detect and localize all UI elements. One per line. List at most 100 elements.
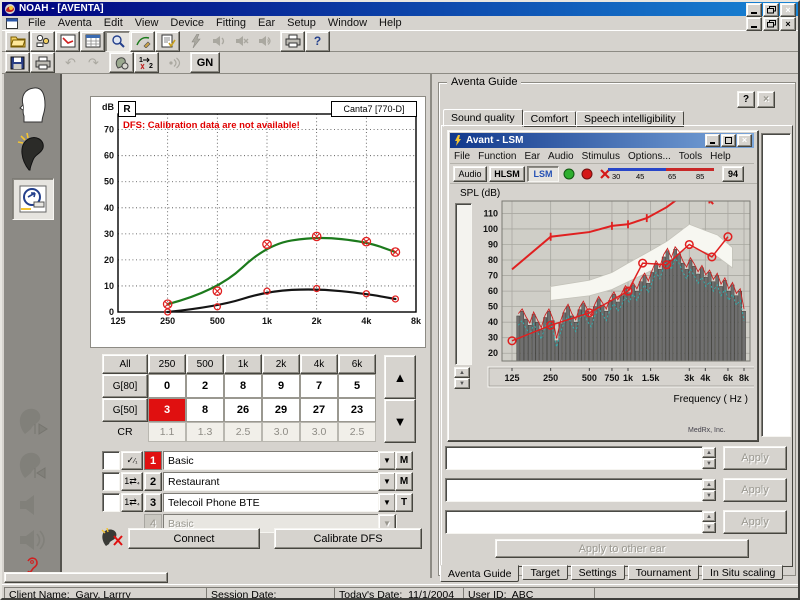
program3-select[interactable]: Telecoil Phone BTE ▼: [163, 493, 397, 512]
apply-to-other-ear-button[interactable]: Apply to other ear: [495, 539, 749, 558]
program3-dropdown-icon[interactable]: ▼: [378, 493, 396, 512]
connect-button[interactable]: Connect: [128, 528, 260, 549]
menu-help[interactable]: Help: [373, 17, 408, 29]
audiogram-button[interactable]: [55, 31, 80, 52]
client-head-icon[interactable]: [14, 86, 50, 124]
lsm-hlsm-button[interactable]: HLSM: [489, 166, 525, 182]
gain-up-button[interactable]: ▲: [384, 355, 416, 399]
lsm-maximize-button[interactable]: [721, 134, 736, 147]
gain-down-button[interactable]: ▼: [384, 399, 416, 443]
menu-window[interactable]: Window: [322, 17, 373, 29]
program3-mode-button[interactable]: T: [395, 493, 413, 512]
col-header-6k[interactable]: 6k: [338, 354, 376, 374]
menu-edit[interactable]: Edit: [98, 17, 129, 29]
transfer-button[interactable]: [109, 52, 134, 73]
program1-type-button[interactable]: ✓⁄₁: [121, 451, 143, 470]
col-header-4k[interactable]: 4k: [300, 354, 338, 374]
minimize-button[interactable]: [746, 3, 762, 17]
apply-button-1[interactable]: Apply: [723, 446, 787, 470]
lsm-record-button[interactable]: [579, 168, 595, 180]
apply-button-3[interactable]: Apply: [723, 510, 787, 534]
g50-250-selected[interactable]: 3: [148, 398, 186, 422]
spin3-down-icon[interactable]: ▼: [702, 522, 716, 533]
suggestion-spinner-3[interactable]: ▲▼: [702, 511, 716, 532]
g80-500[interactable]: 2: [186, 374, 224, 398]
report-button[interactable]: [155, 31, 180, 52]
suggestion-field-3[interactable]: [445, 510, 703, 534]
suggestion-field-1[interactable]: [445, 446, 703, 470]
spin1-down-icon[interactable]: ▼: [702, 458, 716, 469]
splitter-handle[interactable]: [4, 572, 168, 583]
program1-select[interactable]: Basic ▼: [163, 451, 397, 470]
guide-side-listbox[interactable]: [761, 133, 791, 437]
spin2-up-icon[interactable]: ▲: [702, 479, 716, 490]
menu-ear[interactable]: Ear: [252, 17, 281, 29]
lsm-lsm-button[interactable]: LSM: [527, 166, 559, 182]
g80-250[interactable]: 0: [148, 374, 186, 398]
row-label-g80[interactable]: G[80]: [102, 374, 148, 398]
lsm-menu-ear[interactable]: Ear: [520, 151, 544, 162]
client-browser-button[interactable]: [30, 31, 55, 52]
col-header-1k[interactable]: 1k: [224, 354, 262, 374]
lsm-menu-tools[interactable]: Tools: [675, 151, 706, 162]
bottom-tab-tournament[interactable]: Tournament: [628, 565, 699, 580]
save-button[interactable]: [5, 52, 30, 73]
lsm-menu-function[interactable]: Function: [474, 151, 520, 162]
suggestion-spinner-1[interactable]: ▲▼: [702, 447, 716, 468]
lsm-audio-button[interactable]: Audio: [453, 166, 487, 182]
program2-type-button[interactable]: 1⇄₄: [121, 472, 143, 491]
menu-file[interactable]: File: [22, 17, 52, 29]
menu-setup[interactable]: Setup: [281, 17, 322, 29]
program1-mode-button[interactable]: M: [395, 451, 413, 470]
bottom-tab-target[interactable]: Target: [522, 565, 567, 580]
row-label-g50[interactable]: G[50]: [102, 398, 148, 422]
print-button[interactable]: [280, 31, 305, 52]
bottom-tab-settings[interactable]: Settings: [571, 565, 625, 580]
lsm-level-track[interactable]: [455, 203, 472, 365]
lsm-menu-stimulus[interactable]: Stimulus: [578, 151, 624, 162]
program3-type-button[interactable]: 1⇄₄: [121, 493, 143, 512]
suggestion-field-2[interactable]: [445, 478, 703, 502]
lsm-level-spinner[interactable]: ▲ ▼: [454, 367, 470, 387]
help-button[interactable]: ?: [305, 31, 330, 52]
menu-fitting[interactable]: Fitting: [210, 17, 252, 29]
program2-check-cell[interactable]: [102, 472, 120, 491]
g50-2k[interactable]: 29: [262, 398, 300, 422]
g50-500[interactable]: 8: [186, 398, 224, 422]
print-session-button[interactable]: [30, 52, 55, 73]
spin-down-icon[interactable]: ▼: [454, 378, 470, 389]
g50-1k[interactable]: 26: [224, 398, 262, 422]
menu-view[interactable]: View: [129, 17, 165, 29]
g80-6k[interactable]: 5: [338, 374, 376, 398]
g80-4k[interactable]: 7: [300, 374, 338, 398]
child-minimize-button[interactable]: [746, 17, 762, 31]
program1-dropdown-icon[interactable]: ▼: [378, 451, 396, 470]
guide-close-button[interactable]: ×: [757, 91, 775, 108]
col-header-all[interactable]: All: [102, 354, 148, 374]
menu-device[interactable]: Device: [164, 17, 210, 29]
spin2-down-icon[interactable]: ▼: [702, 490, 716, 501]
bottom-tab-in-situ-scaling[interactable]: In Situ scaling: [702, 565, 783, 580]
fitting-mode-button[interactable]: [12, 178, 54, 220]
gn-button[interactable]: GN: [190, 52, 220, 73]
suggestion-spinner-2[interactable]: ▲▼: [702, 479, 716, 500]
child-restore-button[interactable]: [763, 17, 779, 31]
program2-select[interactable]: Restaurant ▼: [163, 472, 397, 491]
lsm-menu-options[interactable]: Options...: [624, 151, 675, 162]
journal-button[interactable]: [80, 31, 105, 52]
col-header-500[interactable]: 500: [186, 354, 224, 374]
lsm-menu-help[interactable]: Help: [706, 151, 735, 162]
g80-1k[interactable]: 8: [224, 374, 262, 398]
spin1-up-icon[interactable]: ▲: [702, 447, 716, 458]
close-button[interactable]: ×: [780, 3, 796, 17]
program1-number-button[interactable]: 1: [144, 451, 162, 470]
spin3-up-icon[interactable]: ▲: [702, 511, 716, 522]
spin-up-icon[interactable]: ▲: [454, 367, 470, 378]
lsm-level-slider[interactable]: 30 45 65 85: [608, 167, 714, 181]
restore-button[interactable]: [763, 3, 779, 17]
insertion-gain-chart[interactable]: 1252505001k2k4k8k010203040506070dB: [92, 98, 422, 340]
bottom-tab-aventa-guide[interactable]: Aventa Guide: [440, 565, 519, 582]
col-header-2k[interactable]: 2k: [262, 354, 300, 374]
lsm-close-button[interactable]: ×: [737, 134, 752, 147]
program-shift-button[interactable]: 12: [134, 52, 159, 73]
